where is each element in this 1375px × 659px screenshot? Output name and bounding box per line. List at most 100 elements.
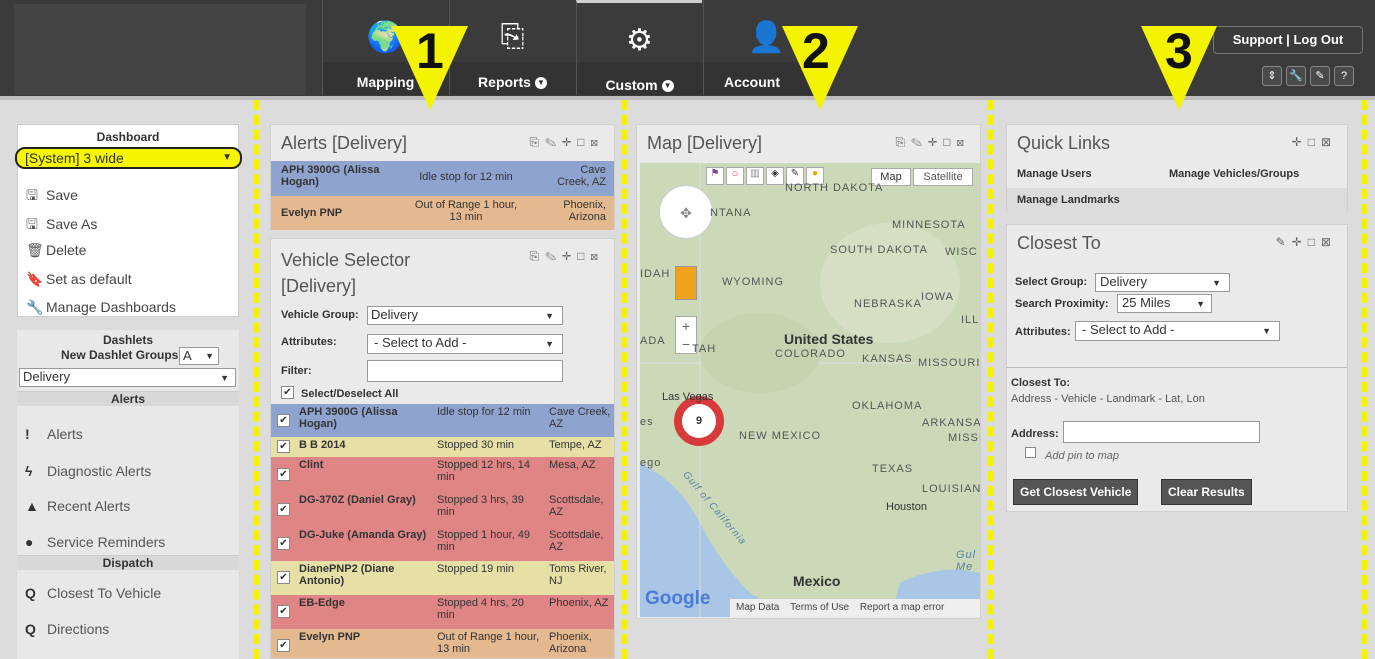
map-label: TAH xyxy=(692,343,717,355)
clear-results-button[interactable]: Clear Results xyxy=(1161,479,1252,505)
map-label: LOUISIAN xyxy=(922,483,980,495)
separator: | xyxy=(1286,32,1290,47)
attributes-select[interactable]: - Select to Add - ▼ xyxy=(367,334,563,354)
closest-group-select[interactable]: Delivery ▼ xyxy=(1095,273,1230,292)
save-button[interactable]: 🖫 Save xyxy=(26,185,78,209)
card-tool-icons[interactable]: ✛□⊠ xyxy=(1292,135,1337,149)
pencil-icon[interactable]: ✎ xyxy=(1310,66,1330,86)
locate-icon[interactable]: ◈ xyxy=(766,167,784,185)
vehicle-cluster-marker[interactable]: 9 xyxy=(674,396,724,446)
dashlet-diagnostic-alerts[interactable]: ϟ Diagnostic Alerts xyxy=(25,463,151,479)
vehicle-row[interactable]: ✔ DG-Juke (Amanda Gray) Stopped 1 hour, 49… xyxy=(271,527,614,561)
closest-to-label: Closest To: xyxy=(1011,377,1071,389)
vehicle-row[interactable]: ✔ B B 2014 Stopped 30 min Tempe, AZ xyxy=(271,437,614,457)
nav-custom[interactable]: ⚙ Custom ▼ xyxy=(576,0,702,95)
vehicle-name: DianePNP2 (Diane Antonio) xyxy=(299,563,395,587)
save-as-button[interactable]: 🖫 Save As xyxy=(26,214,97,238)
alert-row[interactable]: Evelyn PNP Out of Range 1 hour, 13 min P… xyxy=(271,196,614,230)
logout-link[interactable]: Log Out xyxy=(1293,32,1343,47)
vehicle-row[interactable]: ✔ DianePNP2 (Diane Antonio) Stopped 19 min… xyxy=(271,561,614,595)
card-tool-icons[interactable]: ✎✛□⊠ xyxy=(1276,235,1337,249)
column-divider xyxy=(622,100,627,659)
filter-input[interactable] xyxy=(367,360,563,382)
map-label: ego xyxy=(640,457,662,469)
column-divider xyxy=(254,100,259,659)
save-icon: 🖫 xyxy=(26,216,38,232)
dashboard-select[interactable]: [System] 3 wide ▼ xyxy=(15,147,242,169)
vehicle-checkbox[interactable]: ✔ xyxy=(277,605,290,618)
manage-landmarks-link[interactable]: Manage Landmarks xyxy=(1017,194,1120,206)
report-error-link[interactable]: Report a map error xyxy=(860,602,944,613)
dashlet-closest-to-vehicle[interactable]: Q Closest To Vehicle xyxy=(25,585,161,601)
vehicle-checkbox[interactable]: ✔ xyxy=(277,440,290,453)
card-tool-icons[interactable]: ⎘✎✛□⊠ xyxy=(895,135,970,150)
vehicle-row[interactable]: ✔ EB-Edge Stopped 4 hrs, 20 min Phoenix, AZ xyxy=(271,595,614,629)
traffic-icon[interactable]: ▥ xyxy=(746,167,764,185)
manage-vehicles-link[interactable]: Manage Vehicles/Groups xyxy=(1169,168,1299,180)
dashlet-alerts[interactable]: ! Alerts xyxy=(25,426,83,442)
delete-button[interactable]: 🗑 Delete xyxy=(26,242,86,259)
header-tools: ⇕ 🔧 ✎ ? xyxy=(1262,66,1354,86)
vehicle-checkbox[interactable]: ✔ xyxy=(277,467,290,481)
proximity-select[interactable]: 25 Miles ▼ xyxy=(1117,294,1212,313)
alert-row[interactable]: APH 3900G (Alissa Hogan) Idle stop for 1… xyxy=(271,161,614,196)
vehicle-row[interactable]: ✔ Clint Stopped 12 hrs, 14 min Mesa, AZ xyxy=(271,457,614,492)
dashlet-service-reminders[interactable]: ● Service Reminders xyxy=(25,534,165,550)
closest-to-options[interactable]: Address - Vehicle - Landmark - Lat, Lon xyxy=(1011,393,1205,405)
map-label: TEXAS xyxy=(872,463,914,475)
dashlet-groups-select[interactable]: A ▼ xyxy=(179,347,219,365)
map-canvas[interactable]: ⚑ ○ ▥ ◈ ✎ ● Map Satellite ✥ + − 9 NORTH D… xyxy=(640,163,980,617)
wrench-icon[interactable]: 🔧 xyxy=(1286,66,1306,86)
vehicle-location: Cave Creek, AZ xyxy=(549,406,611,430)
manage-dashboards-button[interactable]: 🔧 Manage Dashboards xyxy=(26,299,176,316)
nav-reports-label: Reports ▼ xyxy=(450,74,575,90)
manage-users-link[interactable]: Manage Users xyxy=(1017,168,1092,180)
vehicle-name: Clint xyxy=(299,459,324,471)
closest-attributes-select[interactable]: - Select to Add - ▼ xyxy=(1075,321,1280,341)
closest-to-title: Closest To xyxy=(1017,233,1101,253)
chevron-down-icon: ▼ xyxy=(661,80,674,93)
resize-icon[interactable]: ⇕ xyxy=(1262,66,1282,86)
dashboard-select-value: [System] 3 wide xyxy=(25,150,124,166)
google-logo: Google xyxy=(645,588,711,609)
vehicle-group-select[interactable]: Delivery ▼ xyxy=(367,306,563,325)
dashlet-recent-alerts[interactable]: ▲ Recent Alerts xyxy=(25,498,130,514)
map-label: COLORADO xyxy=(775,348,846,360)
vehicle-location: Phoenix, AZ xyxy=(549,597,609,609)
vehicle-row[interactable]: ✔ DG-370Z (Daniel Gray) Stopped 3 hrs, 39 … xyxy=(271,492,614,527)
vehicle-checkbox[interactable]: ✔ xyxy=(277,571,290,584)
vehicle-checkbox[interactable]: ✔ xyxy=(277,639,290,652)
dashlet-group-select[interactable]: Delivery ▼ xyxy=(19,368,236,387)
pan-control[interactable]: ✥ xyxy=(659,185,713,239)
chevron-down-icon: ▼ xyxy=(1196,299,1205,309)
vehicle-checkbox[interactable]: ✔ xyxy=(277,413,290,427)
vehicle-row[interactable]: ✔ Evelyn PNP Out of Range 1 hour, 13 min Ph… xyxy=(271,629,614,658)
get-closest-vehicle-button[interactable]: Get Closest Vehicle xyxy=(1013,479,1139,505)
trash-icon: 🗑 xyxy=(26,242,44,258)
circle-icon[interactable]: ○ xyxy=(726,167,744,185)
vehicle-checkbox[interactable]: ✔ xyxy=(277,502,290,516)
card-tool-icons[interactable]: ⎘✎✛□⊠ xyxy=(529,249,604,264)
map-label: OKLAHOMA xyxy=(852,400,923,412)
chevron-down-icon: ▼ xyxy=(220,373,229,383)
vehicle-row[interactable]: ✔ APH 3900G (Alissa Hogan) Idle stop for 1… xyxy=(271,404,614,437)
add-pin-checkbox[interactable] xyxy=(1025,447,1036,458)
select-all-checkbox[interactable]: ✔ xyxy=(281,386,294,399)
terms-link[interactable]: Terms of Use xyxy=(790,602,849,613)
map-label: United States xyxy=(784,331,874,347)
card-tool-icons[interactable]: ⎘✎✛□⊠ xyxy=(529,135,604,150)
vehicle-group-label: Vehicle Group: xyxy=(281,309,359,321)
vehicle-name: DG-Juke (Amanda Gray) xyxy=(299,529,427,541)
support-link[interactable]: Support xyxy=(1233,32,1283,47)
vehicle-name: APH 3900G (Alissa Hogan) xyxy=(299,406,398,430)
dashlets-title: Dashlets xyxy=(17,330,239,347)
dashlet-directions[interactable]: Q Directions xyxy=(25,621,109,637)
street-view-pegman-icon[interactable] xyxy=(675,266,697,300)
address-input[interactable] xyxy=(1063,421,1260,443)
help-icon[interactable]: ? xyxy=(1334,66,1354,86)
set-default-button[interactable]: 🔖 Set as default xyxy=(26,271,132,288)
flag-icon[interactable]: ⚑ xyxy=(706,167,724,185)
vehicle-checkbox[interactable]: ✔ xyxy=(277,537,290,550)
map-data-link[interactable]: Map Data xyxy=(736,602,779,613)
satellite-type-button[interactable]: Satellite xyxy=(913,168,973,186)
